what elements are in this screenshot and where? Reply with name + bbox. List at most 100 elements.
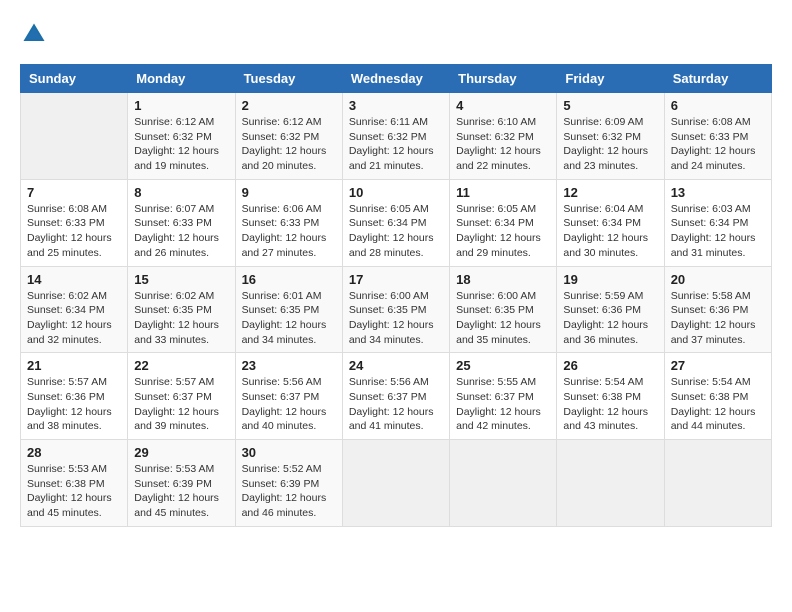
day-info: Sunrise: 6:04 AM Sunset: 6:34 PM Dayligh… xyxy=(563,202,657,261)
logo-icon xyxy=(20,20,48,48)
day-info: Sunrise: 5:53 AM Sunset: 6:39 PM Dayligh… xyxy=(134,462,228,521)
calendar-day-cell: 1 Sunrise: 6:12 AM Sunset: 6:32 PM Daylig… xyxy=(128,93,235,180)
calendar-day-cell: 21 Sunrise: 5:57 AM Sunset: 6:36 PM Dayli… xyxy=(21,353,128,440)
calendar-day-cell: 7 Sunrise: 6:08 AM Sunset: 6:33 PM Daylig… xyxy=(21,179,128,266)
day-number: 16 xyxy=(242,272,336,287)
day-number: 11 xyxy=(456,185,550,200)
calendar-day-cell: 29 Sunrise: 5:53 AM Sunset: 6:39 PM Dayli… xyxy=(128,440,235,527)
calendar-week-row: 7 Sunrise: 6:08 AM Sunset: 6:33 PM Daylig… xyxy=(21,179,772,266)
calendar-week-row: 1 Sunrise: 6:12 AM Sunset: 6:32 PM Daylig… xyxy=(21,93,772,180)
calendar-day-cell: 27 Sunrise: 5:54 AM Sunset: 6:38 PM Dayli… xyxy=(664,353,771,440)
calendar-day-cell xyxy=(21,93,128,180)
day-info: Sunrise: 5:57 AM Sunset: 6:36 PM Dayligh… xyxy=(27,375,121,434)
day-number: 4 xyxy=(456,98,550,113)
day-number: 21 xyxy=(27,358,121,373)
day-info: Sunrise: 6:08 AM Sunset: 6:33 PM Dayligh… xyxy=(671,115,765,174)
day-number: 15 xyxy=(134,272,228,287)
calendar-day-cell: 28 Sunrise: 5:53 AM Sunset: 6:38 PM Dayli… xyxy=(21,440,128,527)
calendar-day-cell: 12 Sunrise: 6:04 AM Sunset: 6:34 PM Dayli… xyxy=(557,179,664,266)
day-info: Sunrise: 6:08 AM Sunset: 6:33 PM Dayligh… xyxy=(27,202,121,261)
day-info: Sunrise: 5:53 AM Sunset: 6:38 PM Dayligh… xyxy=(27,462,121,521)
calendar-day-cell: 20 Sunrise: 5:58 AM Sunset: 6:36 PM Dayli… xyxy=(664,266,771,353)
day-info: Sunrise: 6:00 AM Sunset: 6:35 PM Dayligh… xyxy=(456,289,550,348)
calendar-day-cell: 18 Sunrise: 6:00 AM Sunset: 6:35 PM Dayli… xyxy=(450,266,557,353)
day-info: Sunrise: 6:09 AM Sunset: 6:32 PM Dayligh… xyxy=(563,115,657,174)
day-number: 20 xyxy=(671,272,765,287)
day-number: 9 xyxy=(242,185,336,200)
weekday-header: Tuesday xyxy=(235,65,342,93)
calendar-day-cell xyxy=(342,440,449,527)
day-info: Sunrise: 5:54 AM Sunset: 6:38 PM Dayligh… xyxy=(563,375,657,434)
weekday-header: Friday xyxy=(557,65,664,93)
calendar-day-cell xyxy=(664,440,771,527)
calendar-day-cell: 26 Sunrise: 5:54 AM Sunset: 6:38 PM Dayli… xyxy=(557,353,664,440)
calendar-day-cell: 9Sunrise: 6:06 AM Sunset: 6:33 PM Daylig… xyxy=(235,179,342,266)
day-number: 1 xyxy=(134,98,228,113)
calendar-day-cell: 25 Sunrise: 5:55 AM Sunset: 6:37 PM Dayli… xyxy=(450,353,557,440)
day-info: Sunrise: 5:52 AM Sunset: 6:39 PM Dayligh… xyxy=(242,462,336,521)
day-number: 10 xyxy=(349,185,443,200)
calendar-day-cell: 4 Sunrise: 6:10 AM Sunset: 6:32 PM Daylig… xyxy=(450,93,557,180)
day-number: 7 xyxy=(27,185,121,200)
day-number: 27 xyxy=(671,358,765,373)
day-info: Sunrise: 6:12 AM Sunset: 6:32 PM Dayligh… xyxy=(242,115,336,174)
calendar-day-cell: 5 Sunrise: 6:09 AM Sunset: 6:32 PM Daylig… xyxy=(557,93,664,180)
calendar-week-row: 28 Sunrise: 5:53 AM Sunset: 6:38 PM Dayli… xyxy=(21,440,772,527)
calendar-day-cell: 16 Sunrise: 6:01 AM Sunset: 6:35 PM Dayli… xyxy=(235,266,342,353)
day-info: Sunrise: 6:01 AM Sunset: 6:35 PM Dayligh… xyxy=(242,289,336,348)
calendar-day-cell: 14Sunrise: 6:02 AM Sunset: 6:34 PM Dayli… xyxy=(21,266,128,353)
calendar-header-row: SundayMondayTuesdayWednesdayThursdayFrid… xyxy=(21,65,772,93)
calendar-week-row: 21 Sunrise: 5:57 AM Sunset: 6:36 PM Dayli… xyxy=(21,353,772,440)
day-number: 23 xyxy=(242,358,336,373)
day-info: Sunrise: 6:11 AM Sunset: 6:32 PM Dayligh… xyxy=(349,115,443,174)
day-info: Sunrise: 6:07 AM Sunset: 6:33 PM Dayligh… xyxy=(134,202,228,261)
calendar-day-cell: 17Sunrise: 6:00 AM Sunset: 6:35 PM Dayli… xyxy=(342,266,449,353)
day-info: Sunrise: 6:02 AM Sunset: 6:34 PM Dayligh… xyxy=(27,289,121,348)
calendar-day-cell: 3 Sunrise: 6:11 AM Sunset: 6:32 PM Daylig… xyxy=(342,93,449,180)
day-info: Sunrise: 5:54 AM Sunset: 6:38 PM Dayligh… xyxy=(671,375,765,434)
calendar-day-cell: 19 Sunrise: 5:59 AM Sunset: 6:36 PM Dayli… xyxy=(557,266,664,353)
calendar-day-cell: 24 Sunrise: 5:56 AM Sunset: 6:37 PM Dayli… xyxy=(342,353,449,440)
day-info: Sunrise: 6:05 AM Sunset: 6:34 PM Dayligh… xyxy=(349,202,443,261)
day-number: 3 xyxy=(349,98,443,113)
calendar-day-cell: 11 Sunrise: 6:05 AM Sunset: 6:34 PM Dayli… xyxy=(450,179,557,266)
weekday-header: Wednesday xyxy=(342,65,449,93)
calendar-week-row: 14Sunrise: 6:02 AM Sunset: 6:34 PM Dayli… xyxy=(21,266,772,353)
day-info: Sunrise: 6:12 AM Sunset: 6:32 PM Dayligh… xyxy=(134,115,228,174)
weekday-header: Monday xyxy=(128,65,235,93)
logo xyxy=(20,20,52,48)
day-info: Sunrise: 6:02 AM Sunset: 6:35 PM Dayligh… xyxy=(134,289,228,348)
day-number: 29 xyxy=(134,445,228,460)
day-number: 18 xyxy=(456,272,550,287)
calendar-day-cell: 6 Sunrise: 6:08 AM Sunset: 6:33 PM Daylig… xyxy=(664,93,771,180)
day-info: Sunrise: 5:55 AM Sunset: 6:37 PM Dayligh… xyxy=(456,375,550,434)
day-info: Sunrise: 6:05 AM Sunset: 6:34 PM Dayligh… xyxy=(456,202,550,261)
day-number: 24 xyxy=(349,358,443,373)
calendar-day-cell: 30 Sunrise: 5:52 AM Sunset: 6:39 PM Dayli… xyxy=(235,440,342,527)
calendar-day-cell xyxy=(557,440,664,527)
day-info: Sunrise: 6:10 AM Sunset: 6:32 PM Dayligh… xyxy=(456,115,550,174)
day-number: 22 xyxy=(134,358,228,373)
day-number: 26 xyxy=(563,358,657,373)
day-number: 25 xyxy=(456,358,550,373)
day-info: Sunrise: 5:59 AM Sunset: 6:36 PM Dayligh… xyxy=(563,289,657,348)
calendar-day-cell: 2Sunrise: 6:12 AM Sunset: 6:32 PM Daylig… xyxy=(235,93,342,180)
day-number: 8 xyxy=(134,185,228,200)
day-number: 12 xyxy=(563,185,657,200)
day-number: 17 xyxy=(349,272,443,287)
day-info: Sunrise: 5:56 AM Sunset: 6:37 PM Dayligh… xyxy=(349,375,443,434)
day-number: 30 xyxy=(242,445,336,460)
calendar-day-cell: 10 Sunrise: 6:05 AM Sunset: 6:34 PM Dayli… xyxy=(342,179,449,266)
day-number: 6 xyxy=(671,98,765,113)
calendar-day-cell: 23Sunrise: 5:56 AM Sunset: 6:37 PM Dayli… xyxy=(235,353,342,440)
day-number: 19 xyxy=(563,272,657,287)
day-info: Sunrise: 5:58 AM Sunset: 6:36 PM Dayligh… xyxy=(671,289,765,348)
day-number: 13 xyxy=(671,185,765,200)
calendar-day-cell: 22Sunrise: 5:57 AM Sunset: 6:37 PM Dayli… xyxy=(128,353,235,440)
calendar-day-cell xyxy=(450,440,557,527)
day-number: 28 xyxy=(27,445,121,460)
calendar-day-cell: 8 Sunrise: 6:07 AM Sunset: 6:33 PM Daylig… xyxy=(128,179,235,266)
day-number: 5 xyxy=(563,98,657,113)
weekday-header: Saturday xyxy=(664,65,771,93)
calendar-day-cell: 15 Sunrise: 6:02 AM Sunset: 6:35 PM Dayli… xyxy=(128,266,235,353)
